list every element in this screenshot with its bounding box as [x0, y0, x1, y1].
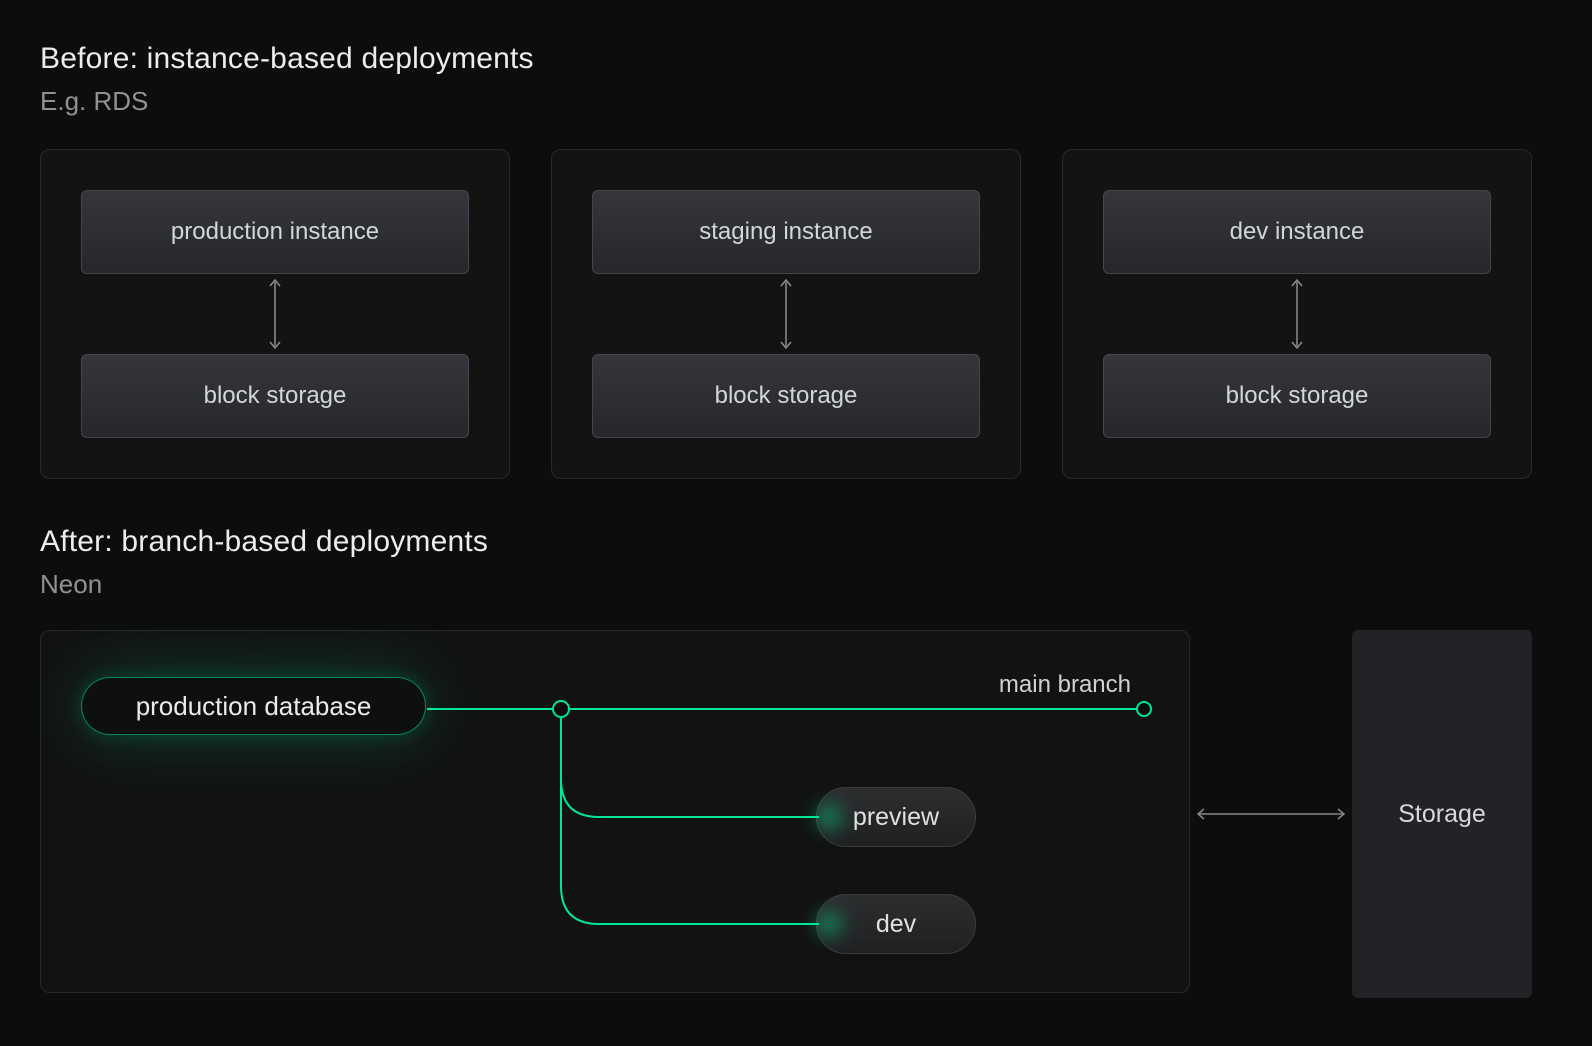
dev-instance-card: dev instance block storage — [1062, 149, 1532, 479]
staging-block-storage-box: block storage — [592, 354, 980, 438]
vertical-double-arrow-icon — [269, 278, 281, 350]
page: Before: instance-based deployments E.g. … — [0, 0, 1592, 998]
dev-branch-pill: dev — [816, 894, 976, 954]
preview-branch-line — [560, 709, 819, 818]
staging-instance-box: staging instance — [592, 190, 980, 274]
production-instance-box: production instance — [81, 190, 469, 274]
production-arrow-wrap — [81, 274, 469, 354]
storage-box: Storage — [1352, 630, 1532, 998]
storage-label: Storage — [1398, 799, 1486, 828]
staging-arrow-wrap — [592, 274, 980, 354]
storage-connector — [1190, 630, 1352, 998]
dev-instance-box: dev instance — [1103, 190, 1491, 274]
horizontal-double-arrow-icon — [1196, 808, 1346, 820]
vertical-double-arrow-icon — [1291, 278, 1303, 350]
dev-block-storage-box: block storage — [1103, 354, 1491, 438]
after-row: production database preview dev main bra… — [40, 630, 1532, 998]
preview-branch-pill: preview — [816, 787, 976, 847]
dev-branch-line — [560, 709, 819, 925]
main-branch-label: main branch — [998, 671, 1131, 698]
branch-diagram-panel: production database preview dev main bra… — [40, 630, 1190, 993]
staging-instance-card: staging instance block storage — [551, 149, 1021, 479]
after-section-title: After: branch-based deployments — [40, 525, 489, 558]
branch-point-icon — [552, 700, 570, 718]
main-branch-end-icon — [1136, 701, 1152, 717]
production-database-pill: production database — [81, 677, 426, 735]
before-section-subtitle: E.g. RDS — [40, 86, 149, 116]
vertical-double-arrow-icon — [780, 278, 792, 350]
production-block-storage-box: block storage — [81, 354, 469, 438]
dev-arrow-wrap — [1103, 274, 1491, 354]
after-section-subtitle: Neon — [40, 569, 103, 599]
before-section-title: Before: instance-based deployments — [40, 42, 534, 75]
before-cards-row: production instance block storage stagin… — [40, 149, 1532, 479]
production-instance-card: production instance block storage — [40, 149, 510, 479]
